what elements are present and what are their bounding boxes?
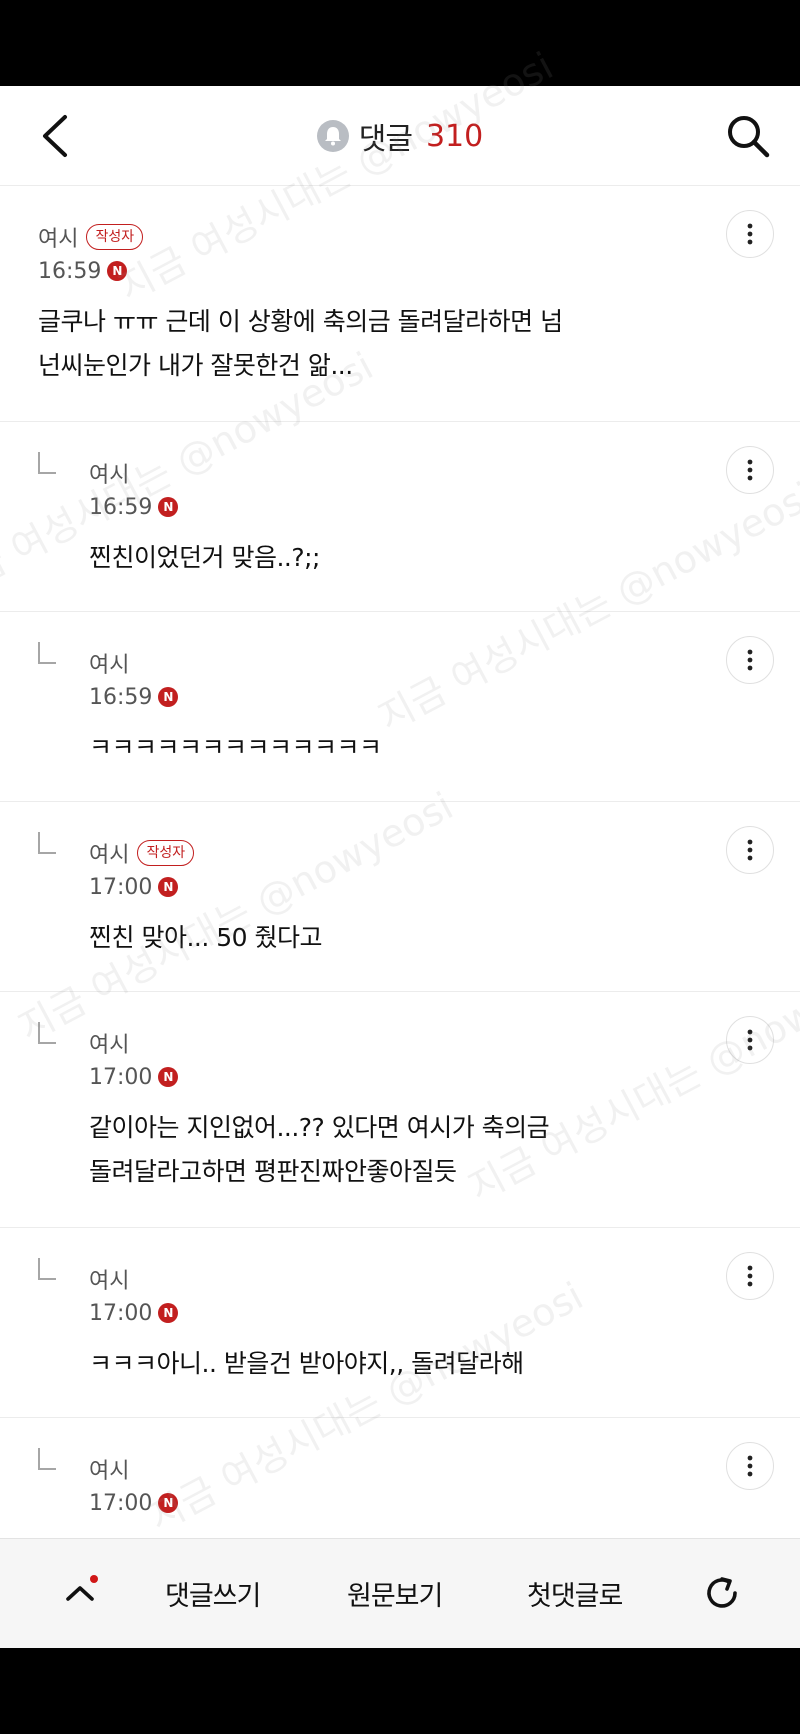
comment-text: 찐친이었던거 맞음..?;; — [89, 536, 690, 580]
more-vertical-icon — [747, 1265, 753, 1287]
comment-list: 여시 작성자 16:59 N 글쿠나 ㅠㅠ 근데 이 상황에 축의금 돌려달라하… — [0, 186, 800, 1608]
comment-text: ㅋㅋㅋㅋㅋㅋㅋㅋㅋㅋㅋㅋㅋ — [89, 726, 690, 770]
comment-reply-item: 여시 16:59 N 찐친이었던거 맞음..?;; — [0, 422, 800, 612]
comment-author[interactable]: 여시 — [89, 837, 129, 869]
new-badge: N — [158, 1303, 179, 1323]
search-icon — [728, 116, 770, 158]
comment-text-line: 같이아는 지인없어...?? 있다면 여시가 축의금 — [89, 1113, 550, 1142]
header: 댓글 310 — [0, 86, 800, 186]
comment-count: 310 — [425, 118, 484, 154]
back-button[interactable] — [26, 108, 82, 164]
system-nav-bar — [0, 1648, 800, 1734]
more-options-button[interactable] — [726, 210, 774, 258]
reply-arrow-icon — [38, 1258, 56, 1280]
reply-arrow-icon — [38, 832, 56, 854]
bell-icon — [324, 127, 341, 146]
comment-text-line: 넌씨눈인가 내가 잘못한건 앎... — [38, 351, 353, 380]
more-vertical-icon — [747, 839, 753, 861]
comment-time: 17:00 — [89, 1064, 153, 1090]
more-vertical-icon — [747, 223, 753, 245]
comment-time: 17:00 — [89, 874, 153, 900]
comment-reply-item: 여시 17:00 N 같이아는 지인없어...?? 있다면 여시가 축의금 돌려… — [0, 992, 800, 1228]
more-options-button[interactable] — [726, 1016, 774, 1064]
reply-arrow-icon — [38, 1448, 56, 1470]
comment-time: 17:00 — [89, 1300, 153, 1326]
new-badge: N — [158, 1067, 179, 1087]
writer-badge: 작성자 — [137, 840, 195, 866]
more-vertical-icon — [747, 1455, 753, 1477]
comment-author[interactable]: 여시 — [89, 457, 129, 489]
more-vertical-icon — [747, 1029, 753, 1051]
comments-screen: 댓글 310 여시 작성자 16:59 N 글쿠나 ㅠㅠ 근데 이 상황에 축의… — [0, 86, 800, 1648]
status-bar — [0, 0, 800, 86]
new-badge: N — [107, 261, 128, 281]
more-options-button[interactable] — [726, 1442, 774, 1490]
chevron-left-icon — [43, 115, 67, 157]
reply-arrow-icon — [38, 452, 56, 474]
comment-reply-item: 여시 16:59 N ㅋㅋㅋㅋㅋㅋㅋㅋㅋㅋㅋㅋㅋ — [0, 612, 800, 802]
notification-bell-button[interactable] — [316, 120, 349, 152]
comment-author[interactable]: 여시 — [38, 221, 78, 253]
reply-arrow-icon — [38, 642, 56, 664]
header-title-group: 댓글 310 — [0, 86, 800, 186]
new-badge: N — [158, 1493, 179, 1513]
search-button[interactable] — [718, 108, 778, 164]
more-options-button[interactable] — [726, 826, 774, 874]
new-badge: N — [158, 877, 179, 897]
more-vertical-icon — [747, 649, 753, 671]
comment-time: 16:59 — [89, 494, 153, 520]
comment-time: 16:59 — [38, 258, 102, 284]
comment-reply-item: 여시 작성자 17:00 N 찐친 맞아... 50 줬다고 — [0, 802, 800, 992]
refresh-button[interactable] — [698, 1569, 746, 1617]
new-badge: N — [158, 497, 179, 517]
comment-author[interactable]: 여시 — [89, 647, 129, 679]
more-vertical-icon — [747, 459, 753, 481]
more-options-button[interactable] — [726, 1252, 774, 1300]
first-comment-button[interactable]: 첫댓글로 — [527, 1569, 623, 1617]
comment-text: 찐친 맞아... 50 줬다고 — [89, 916, 690, 960]
comment-text-line: ㅋㅋㅋㅋㅋㅋㅋㅋㅋㅋㅋㅋㅋ — [89, 733, 382, 762]
comment-text: 글쿠나 ㅠㅠ 근데 이 상황에 축의금 돌려달라하면 넘 넌씨눈인가 내가 잘못… — [38, 300, 690, 388]
comment-item: 여시 작성자 16:59 N 글쿠나 ㅠㅠ 근데 이 상황에 축의금 돌려달라하… — [0, 186, 800, 422]
comment-text-line: 찐친 맞아... 50 줬다고 — [89, 923, 323, 952]
comment-author[interactable]: 여시 — [89, 1263, 129, 1295]
more-options-button[interactable] — [726, 446, 774, 494]
chevron-up-icon — [66, 1586, 94, 1601]
comment-text-line: 돌려달라고하면 평판진짜안좋아질듯 — [89, 1157, 457, 1186]
comment-author[interactable]: 여시 — [89, 1453, 129, 1485]
comment-time: 16:59 — [89, 684, 153, 710]
reply-arrow-icon — [38, 1022, 56, 1044]
refresh-icon — [707, 1577, 737, 1608]
writer-badge: 작성자 — [86, 224, 144, 250]
comment-text-line: ㅋㅋㅋ아니.. 받을건 받아야지,, 돌려달라해 — [89, 1349, 524, 1378]
comment-author[interactable]: 여시 — [89, 1027, 129, 1059]
comment-reply-item: 여시 17:00 N ㅋㅋㅋ아니.. 받을건 받아야지,, 돌려달라해 — [0, 1228, 800, 1418]
comment-text-line: 찐친이었던거 맞음..?;; — [89, 543, 320, 572]
comment-time: 17:00 — [89, 1490, 153, 1516]
more-options-button[interactable] — [726, 636, 774, 684]
scroll-top-button[interactable] — [56, 1569, 104, 1617]
comment-text: 같이아는 지인없어...?? 있다면 여시가 축의금 돌려달라고하면 평판진짜안… — [89, 1106, 690, 1194]
view-original-button[interactable]: 원문보기 — [347, 1569, 443, 1617]
comment-text: ㅋㅋㅋ아니.. 받을건 받아야지,, 돌려달라해 — [89, 1342, 690, 1386]
new-badge: N — [158, 687, 179, 707]
page-title: 댓글 — [358, 122, 413, 157]
bottom-action-bar: 댓글쓰기 원문보기 첫댓글로 — [0, 1538, 800, 1648]
notification-dot — [90, 1575, 98, 1583]
write-comment-button[interactable]: 댓글쓰기 — [165, 1569, 261, 1617]
comment-text-line: 글쿠나 ㅠㅠ 근데 이 상황에 축의금 돌려달라하면 넘 — [38, 307, 563, 336]
